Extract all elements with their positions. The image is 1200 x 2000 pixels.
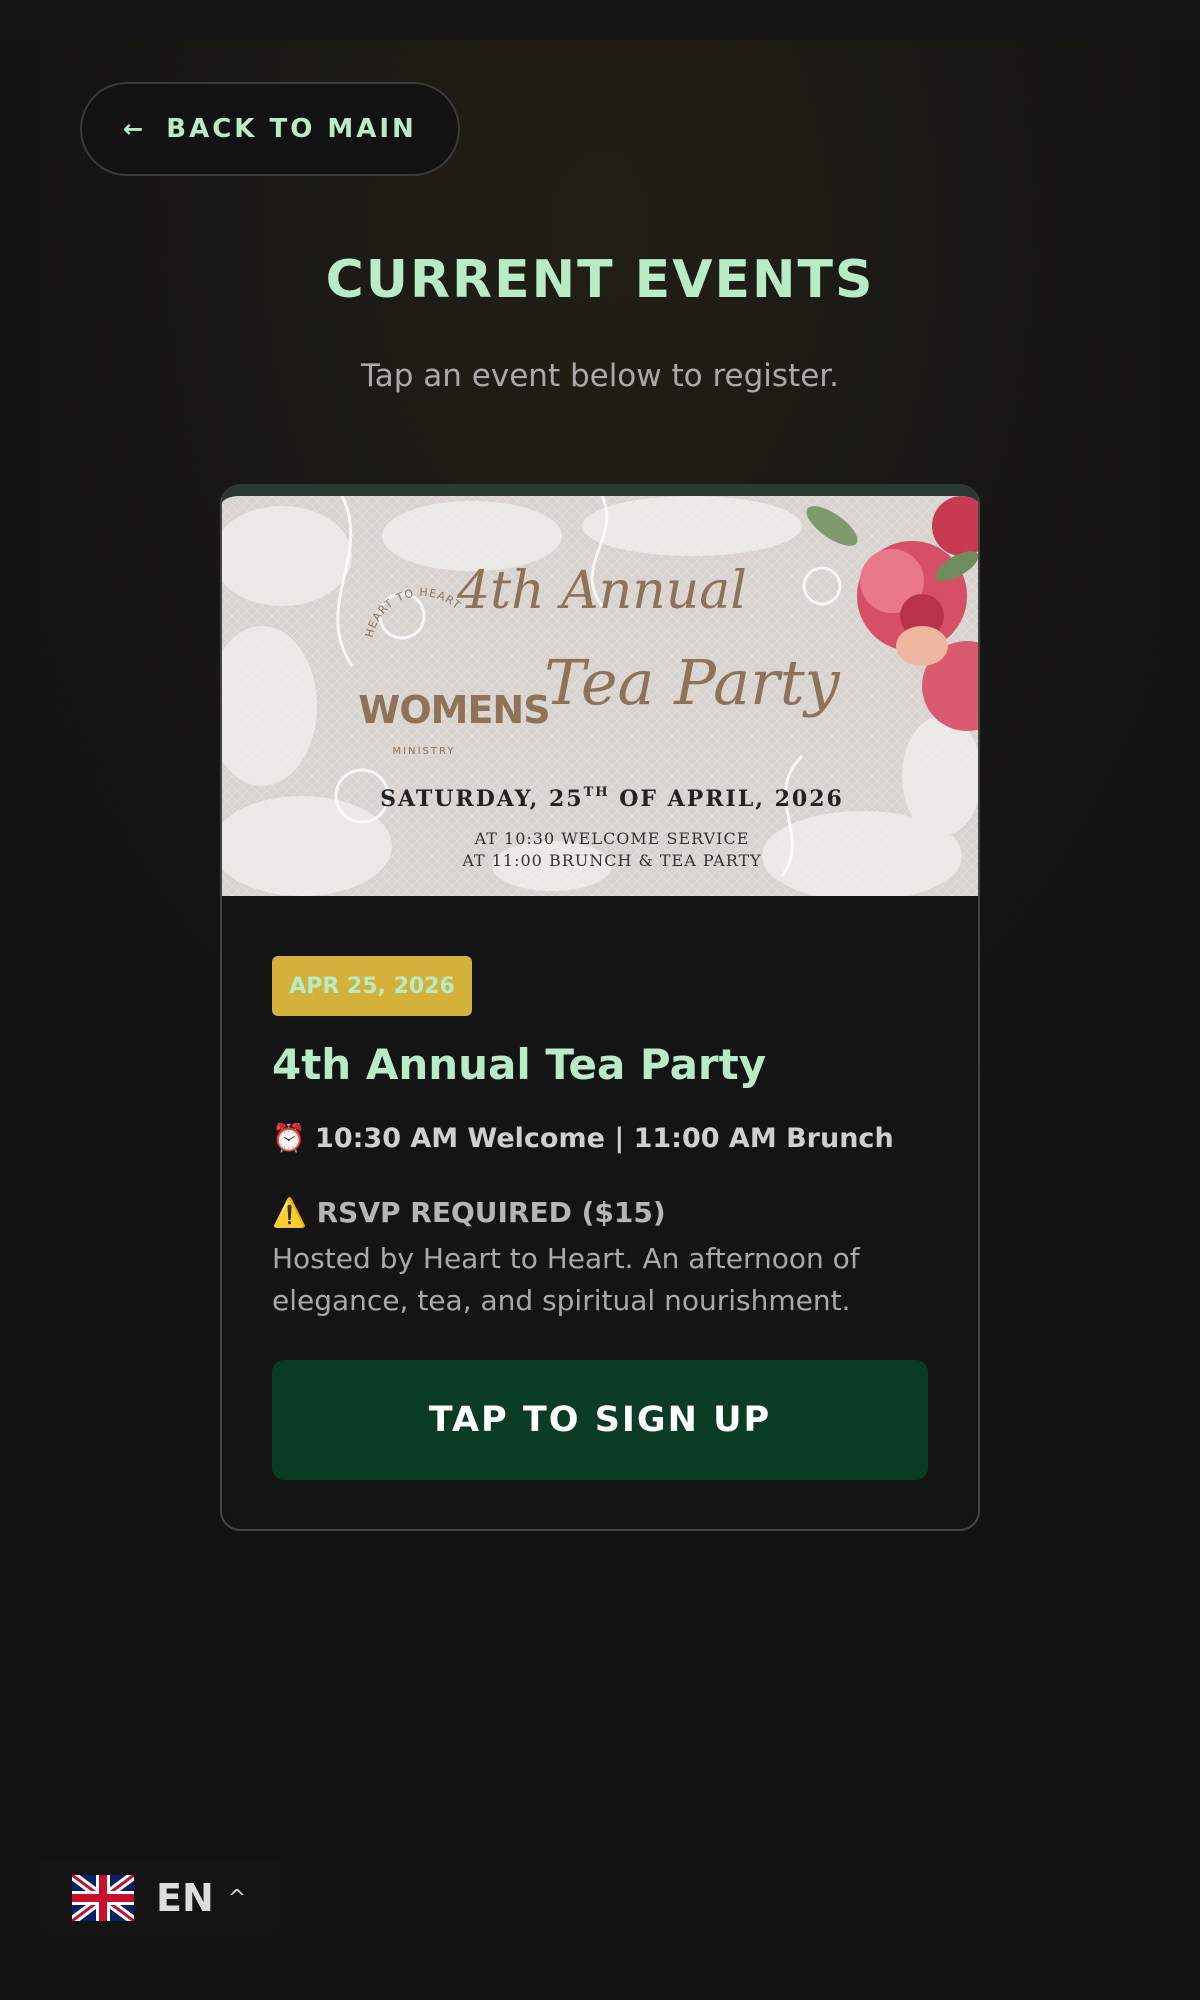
top-strip <box>0 0 1200 40</box>
svg-text:SATURDAY, 25TH OF APRIL, 2026: SATURDAY, 25TH OF APRIL, 2026 <box>380 785 844 812</box>
event-date-badge: APR 25, 2026 <box>272 956 472 1016</box>
event-time-row: ⏰ 10:30 AM Welcome | 11:00 AM Brunch <box>272 1122 894 1154</box>
event-card[interactable]: 4th Annual Tea Party HEART TO HEART WOME… <box>220 484 980 1531</box>
chevron-up-icon: ^ <box>227 1885 247 1911</box>
event-title: 4th Annual Tea Party <box>272 1040 767 1089</box>
svg-text:MINISTRY: MINISTRY <box>393 746 456 757</box>
event-description: Hosted by Heart to Heart. An afternoon o… <box>272 1242 860 1317</box>
svg-text:WOMENS: WOMENS <box>358 688 549 732</box>
page-title: CURRENT EVENTS <box>325 250 875 310</box>
rsvp-notice: ⚠️ RSVP REQUIRED ($15) <box>272 1196 666 1229</box>
svg-text:Tea Party: Tea Party <box>544 646 840 719</box>
svg-text:4th Annual: 4th Annual <box>456 561 747 621</box>
back-to-main-button[interactable]: ← BACK TO MAIN <box>80 82 460 176</box>
language-selector[interactable]: EN ^ <box>40 1858 280 1938</box>
alarm-clock-icon: ⏰ <box>272 1123 306 1154</box>
event-banner-image[interactable]: 4th Annual Tea Party HEART TO HEART WOME… <box>222 496 978 896</box>
sign-up-button[interactable]: TAP TO SIGN UP <box>272 1360 928 1480</box>
svg-text:AT 11:00 BRUNCH & TEA PARTY: AT 11:00 BRUNCH & TEA PARTY <box>461 851 761 870</box>
uk-flag-icon <box>72 1875 134 1921</box>
back-arrow-icon: ← <box>123 115 147 143</box>
rsvp-text: RSVP REQUIRED ($15) <box>316 1196 666 1229</box>
svg-text:AT 10:30 WELCOME SERVICE: AT 10:30 WELCOME SERVICE <box>474 829 750 848</box>
back-button-label: BACK TO MAIN <box>166 114 417 144</box>
warning-icon: ⚠️ <box>272 1196 307 1229</box>
language-code: EN <box>156 1876 214 1920</box>
event-time-text: 10:30 AM Welcome | 11:00 AM Brunch <box>315 1123 894 1154</box>
page-subtitle: Tap an event below to register. <box>360 358 840 394</box>
banner-artwork: 4th Annual Tea Party HEART TO HEART WOME… <box>222 496 978 896</box>
